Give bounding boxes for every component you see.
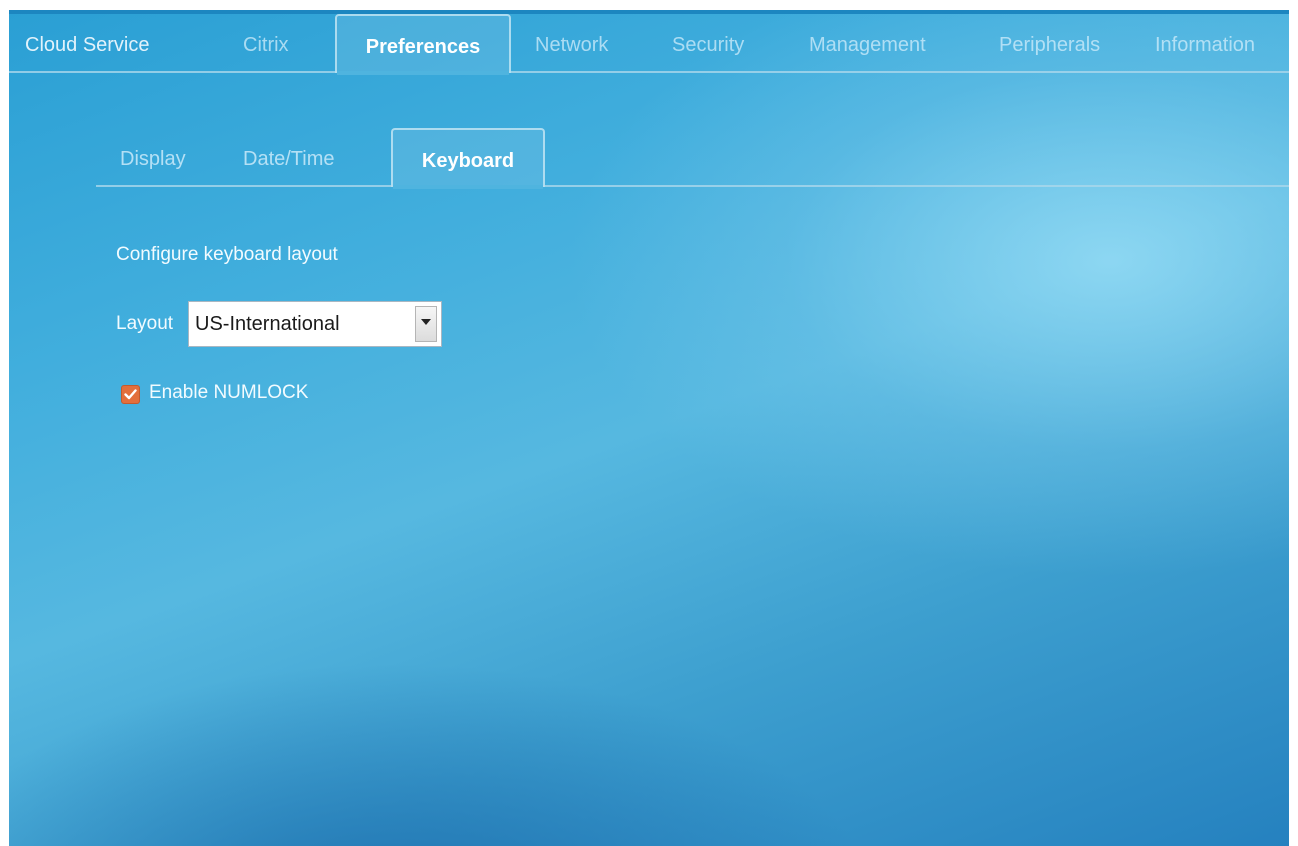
tab-keyboard[interactable]: Keyboard xyxy=(391,128,545,189)
layout-label: Layout xyxy=(116,313,174,334)
main-tab-divider xyxy=(9,71,1289,73)
app-screen: Cloud Service Citrix Preferences Network… xyxy=(9,10,1289,846)
tab-peripherals[interactable]: Peripherals xyxy=(999,14,1100,71)
numlock-label: Enable NUMLOCK xyxy=(149,382,309,403)
tab-information[interactable]: Information xyxy=(1155,14,1255,71)
checkmark-icon xyxy=(124,389,137,400)
tab-management[interactable]: Management xyxy=(809,14,926,71)
layout-select[interactable]: US-International xyxy=(188,301,442,347)
tab-citrix[interactable]: Citrix xyxy=(243,14,289,71)
sub-tab-divider xyxy=(96,185,1289,187)
section-title: Configure keyboard layout xyxy=(116,244,338,265)
tab-date-time[interactable]: Date/Time xyxy=(243,128,335,185)
tab-security[interactable]: Security xyxy=(672,14,744,71)
tab-cloud-service[interactable]: Cloud Service xyxy=(25,14,150,71)
tab-network[interactable]: Network xyxy=(535,14,608,71)
main-tab-bar: Cloud Service Citrix Preferences Network… xyxy=(9,14,1289,75)
tab-display[interactable]: Display xyxy=(120,128,186,185)
layout-select-value: US-International xyxy=(195,313,340,335)
chevron-down-icon xyxy=(421,319,431,325)
tab-preferences[interactable]: Preferences xyxy=(335,14,511,75)
dropdown-button[interactable] xyxy=(415,306,437,342)
sub-tab-bar: Display Date/Time Keyboard xyxy=(96,128,1289,189)
numlock-checkbox[interactable] xyxy=(121,385,140,404)
